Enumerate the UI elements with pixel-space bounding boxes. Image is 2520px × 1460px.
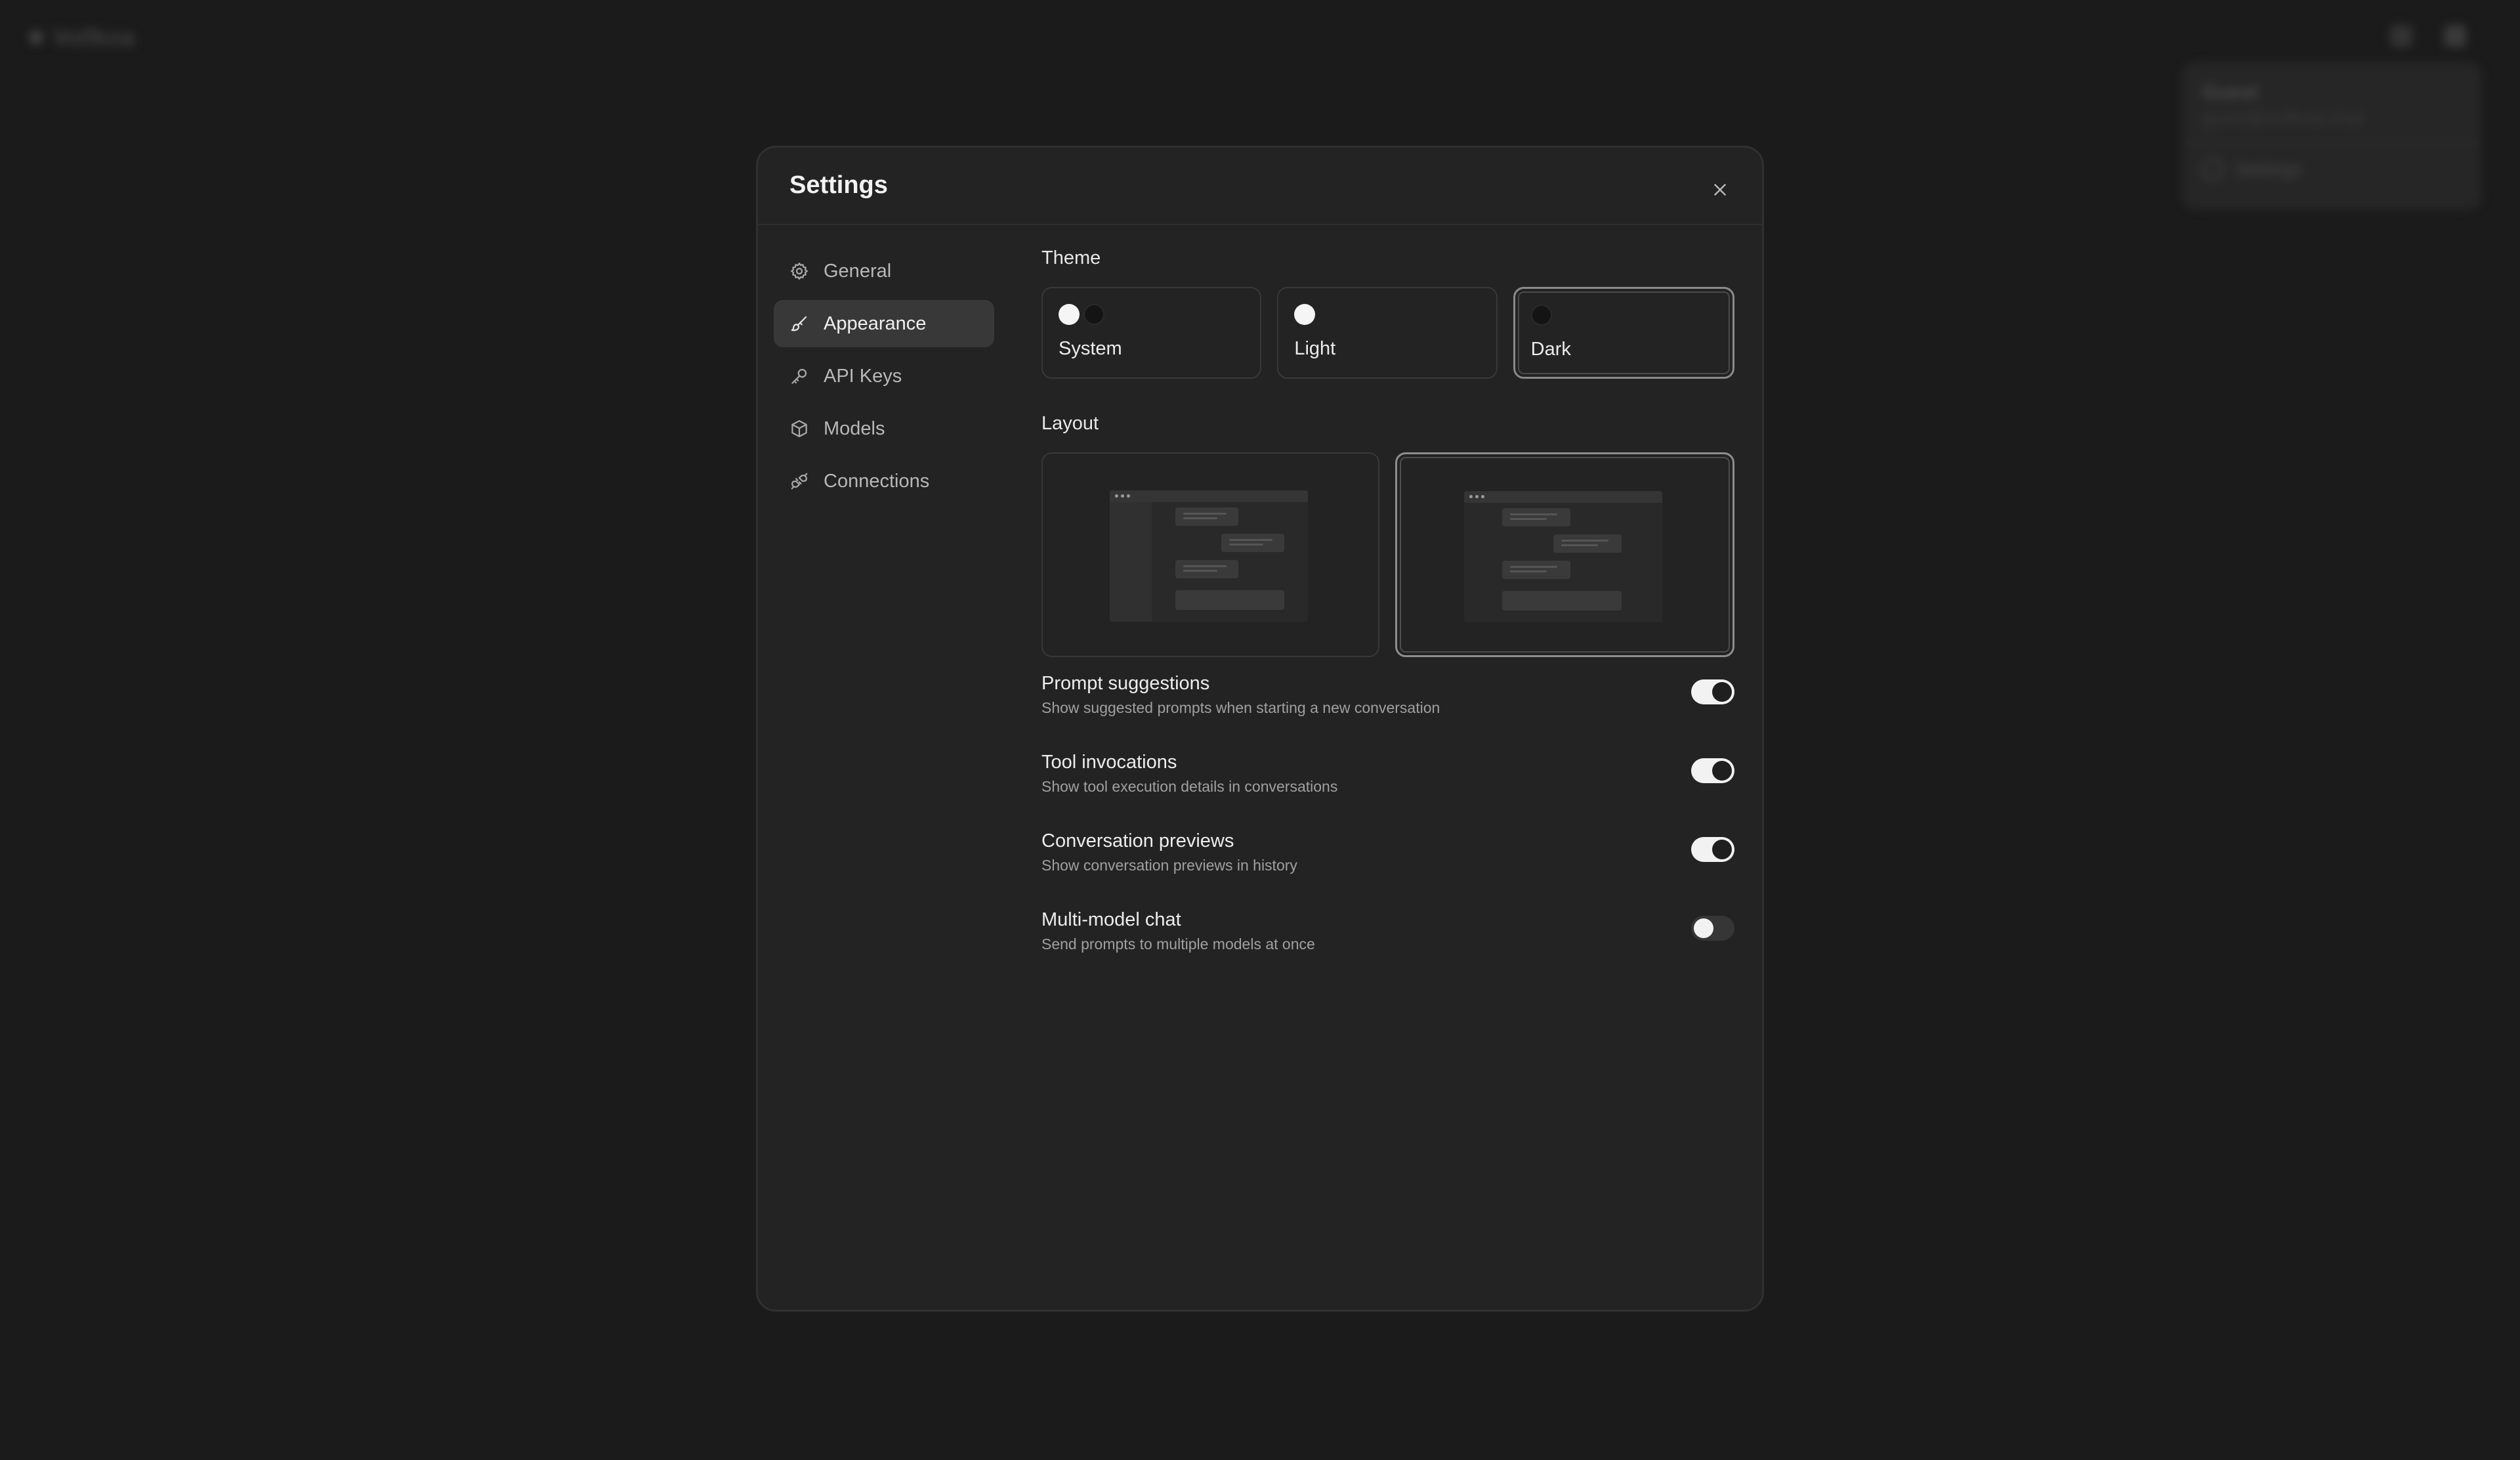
cube-icon xyxy=(791,420,807,437)
settings-dialog: Settings General Appearance API Keys Mod… xyxy=(756,146,1764,1312)
setting-prompt-suggestions: Prompt suggestions Show suggested prompt… xyxy=(1041,673,1734,752)
theme-option-label: Light xyxy=(1294,338,1336,359)
sidebar-item-models[interactable]: Models xyxy=(774,405,994,452)
sidebar-item-label: Appearance xyxy=(824,312,927,334)
theme-option-dark[interactable]: Dark xyxy=(1513,287,1734,379)
app-brand: Vollkoa xyxy=(29,24,135,51)
menu-divider xyxy=(2184,142,2479,143)
sidebar-item-label: General xyxy=(824,260,892,282)
sidebar-item-label: Models xyxy=(824,418,885,439)
settings-sidebar: General Appearance API Keys Models Conne… xyxy=(774,247,994,510)
layout-preview-sidebar-icon xyxy=(1110,490,1308,622)
setting-description: Show suggested prompts when starting a n… xyxy=(1041,699,1440,716)
app-brand-text: Vollkoa xyxy=(52,24,135,51)
layout-option-fullscreen[interactable] xyxy=(1395,452,1734,657)
prompt-suggestions-toggle[interactable] xyxy=(1691,679,1734,704)
history-icon xyxy=(2390,25,2412,47)
light-swatch-icon xyxy=(1294,304,1316,325)
theme-label: Theme xyxy=(1041,247,1101,268)
dark-swatch-icon xyxy=(1530,305,1552,326)
theme-options: System Light Dark xyxy=(1041,287,1734,379)
tool-invocations-toggle[interactable] xyxy=(1691,758,1734,783)
setting-title: Tool invocations xyxy=(1041,752,1177,773)
logo-icon xyxy=(29,30,43,45)
header-divider xyxy=(758,224,1762,225)
setting-title: Conversation previews xyxy=(1041,830,1234,851)
dark-swatch-icon xyxy=(1083,304,1104,325)
theme-swatches xyxy=(1294,304,1316,325)
brush-icon xyxy=(791,316,807,332)
account-name: Guest xyxy=(2202,81,2259,103)
key-icon xyxy=(791,368,807,384)
gear-icon xyxy=(791,263,808,280)
layout-option-sidebar[interactable] xyxy=(1041,452,1379,657)
theme-option-label: Dark xyxy=(1530,339,1571,360)
setting-conversation-previews: Conversation previews Show conversation … xyxy=(1041,830,1734,909)
close-button[interactable] xyxy=(1700,170,1740,209)
account-email: guest@vollkoa.chat xyxy=(2202,108,2363,128)
layout-options xyxy=(1041,452,1734,657)
multi-model-chat-toggle[interactable] xyxy=(1691,916,1734,941)
account-menu: Guest guest@vollkoa.chat Settings xyxy=(2183,63,2481,209)
dialog-title: Settings xyxy=(789,171,888,199)
avatar xyxy=(2444,25,2466,47)
conversation-previews-toggle[interactable] xyxy=(1691,837,1734,862)
setting-title: Prompt suggestions xyxy=(1041,673,1210,694)
sidebar-item-connections[interactable]: Connections xyxy=(774,458,994,505)
plug-icon xyxy=(791,473,808,490)
setting-description: Show tool execution details in conversat… xyxy=(1041,778,1338,795)
theme-option-label: System xyxy=(1059,338,1122,359)
light-swatch-icon xyxy=(1059,304,1080,325)
setting-multi-model-chat: Multi-model chat Send prompts to multipl… xyxy=(1041,909,1734,988)
layout-label: Layout xyxy=(1041,413,1099,434)
sidebar-item-label: API Keys xyxy=(824,365,902,387)
setting-tool-invocations: Tool invocations Show tool execution det… xyxy=(1041,752,1734,830)
theme-swatches xyxy=(1530,305,1552,326)
theme-option-system[interactable]: System xyxy=(1041,287,1262,379)
setting-description: Show conversation previews in history xyxy=(1041,857,1297,874)
theme-option-light[interactable]: Light xyxy=(1277,287,1498,379)
appearance-toggles: Prompt suggestions Show suggested prompt… xyxy=(1041,673,1734,988)
close-icon xyxy=(1714,184,1726,196)
menu-item-settings: Settings xyxy=(2202,159,2301,180)
sidebar-item-appearance[interactable]: Appearance xyxy=(774,300,994,347)
sidebar-item-label: Connections xyxy=(824,470,930,492)
sidebar-item-api-keys[interactable]: API Keys xyxy=(774,353,994,400)
layout-preview-fullscreen-icon xyxy=(1464,491,1662,622)
settings-icon xyxy=(2202,159,2223,180)
setting-description: Send prompts to multiple models at once xyxy=(1041,935,1315,953)
menu-item-label: Settings xyxy=(2235,159,2302,179)
theme-swatches xyxy=(1059,304,1104,325)
setting-title: Multi-model chat xyxy=(1041,909,1181,930)
sidebar-item-general[interactable]: General xyxy=(774,247,994,295)
